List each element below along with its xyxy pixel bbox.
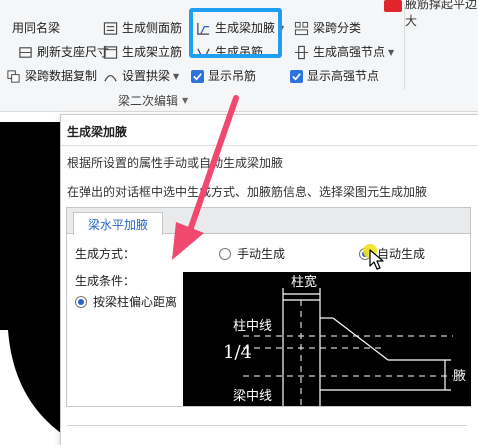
column-centerline-text: 柱中线 (233, 319, 272, 334)
gen-high-node-dropdown-icon[interactable]: ▼ (388, 48, 394, 57)
apply-same-name-button[interactable]: 用同名梁 (12, 18, 60, 38)
copy-span-icon (6, 69, 21, 84)
set-arch-label: 设置拱梁 (122, 69, 171, 83)
method-manual-radio[interactable]: 手动生成 (219, 245, 285, 262)
condition-eccentric-label: 按梁柱偏心距离 (93, 295, 178, 309)
tooltip-bottom-divider (67, 425, 467, 426)
show-high-node-label: 显示高强节点 (307, 69, 380, 83)
tooltip-description-2: 在弹出的对话框中选中生成方式、加腋筋信息、选择梁图元生成加腋 (67, 185, 428, 199)
tooltip-title: 生成梁加腋 (67, 125, 128, 139)
gen-stirrup-tie-button[interactable]: 生成架立筋 (103, 42, 182, 62)
condition-eccentric-radio[interactable]: 按梁柱偏心距离 (75, 293, 177, 310)
span-class-label: 梁跨分类 (313, 21, 362, 35)
set-arch-button[interactable]: 设置拱梁 ▼ (103, 66, 179, 86)
haunch-slope (332, 317, 389, 361)
highlight-box (189, 8, 282, 58)
beam-centerline-text: 梁中线 (233, 389, 272, 404)
tooltip-panel: 生成梁加腋 根据所设置的属性手动或自动生成梁加腋 在弹出的对话框中选中生成方式、… (60, 114, 478, 445)
gen-side-rebar-label: 生成侧面筋 (122, 21, 183, 35)
gen-high-node-button[interactable]: 生成高强节点 ▼ (294, 42, 394, 62)
ribbon-group-label-text: 梁二次编辑 (118, 94, 179, 108)
gen-stirrup-tie-label: 生成架立筋 (122, 45, 183, 59)
show-high-node-checkbox[interactable]: 显示高强节点 (290, 66, 379, 86)
side-label-text: 腋 (453, 369, 466, 384)
gen-high-node-label: 生成高强节点 (313, 45, 386, 59)
copy-span-data-label: 梁跨数据复制 (25, 69, 98, 83)
mouse-cursor-icon (369, 249, 384, 270)
column-width-text: 柱宽 (291, 274, 317, 290)
high-node-icon (294, 45, 309, 60)
quarter-text: 1/4 (223, 342, 252, 363)
tooltip-description-1: 根据所设置的属性手动或自动生成梁加腋 (67, 156, 284, 170)
radio-dot (219, 247, 231, 260)
show-hanger-checkbox[interactable]: 显示吊筋 (191, 66, 256, 86)
haunch-diagram-drawing: 柱宽 柱中线 1/4 梁中线 腋 (223, 274, 466, 406)
tab-horizontal-haunch[interactable]: 梁水平加腋 (73, 212, 163, 235)
refresh-support-icon (18, 45, 33, 60)
show-hanger-label: 显示吊筋 (208, 69, 257, 83)
side-rebar-icon (103, 21, 118, 36)
apply-same-name-label: 用同名梁 (12, 21, 61, 35)
check-icon (191, 69, 204, 83)
group-dropdown-icon: ▼ (182, 96, 189, 105)
screenshot-stage: 用同名梁 生成侧面筋 生成梁加腋 ▼ 梁跨分类 腋筋撑起平边大 刷新支座尺寸 生… (0, 0, 478, 445)
haunch-dialog-preview: 梁水平加腋 生成方式： 手动生成 自动生成 生成条件： 按梁柱偏心距离 柱宽 柱… (66, 207, 471, 407)
span-class-icon (294, 21, 309, 36)
ribbon-group-label[interactable]: 梁二次编辑 ▼ (118, 92, 188, 109)
method-manual-label: 手动生成 (237, 247, 286, 261)
gen-side-rebar-button[interactable]: 生成侧面筋 (103, 18, 182, 38)
set-arch-dropdown-icon[interactable]: ▼ (173, 72, 179, 81)
refresh-support-button[interactable]: 刷新支座尺寸 (18, 42, 109, 62)
radio-dot-selected (75, 295, 87, 308)
method-label: 生成方式： (75, 247, 136, 261)
refresh-support-label: 刷新支座尺寸 (37, 45, 110, 59)
stirrup-tie-icon (103, 45, 118, 60)
top-right-text[interactable]: 腋筋撑起平边大 (405, 0, 478, 29)
copy-span-data-button[interactable]: 梁跨数据复制 (6, 66, 97, 86)
tooltip-divider (61, 145, 478, 146)
haunch-diagram: 柱宽 柱中线 1/4 梁中线 腋 (183, 272, 471, 406)
check-icon (290, 69, 303, 83)
condition-label: 生成条件： (75, 274, 136, 288)
span-class-button[interactable]: 梁跨分类 (294, 18, 361, 38)
arch-icon (103, 69, 118, 84)
top-right-badge-icon (384, 0, 402, 12)
ribbon-toolbar: 用同名梁 生成侧面筋 生成梁加腋 ▼ 梁跨分类 腋筋撑起平边大 刷新支座尺寸 生… (0, 0, 478, 112)
dialog-tab-strip: 梁水平加腋 (67, 208, 470, 235)
